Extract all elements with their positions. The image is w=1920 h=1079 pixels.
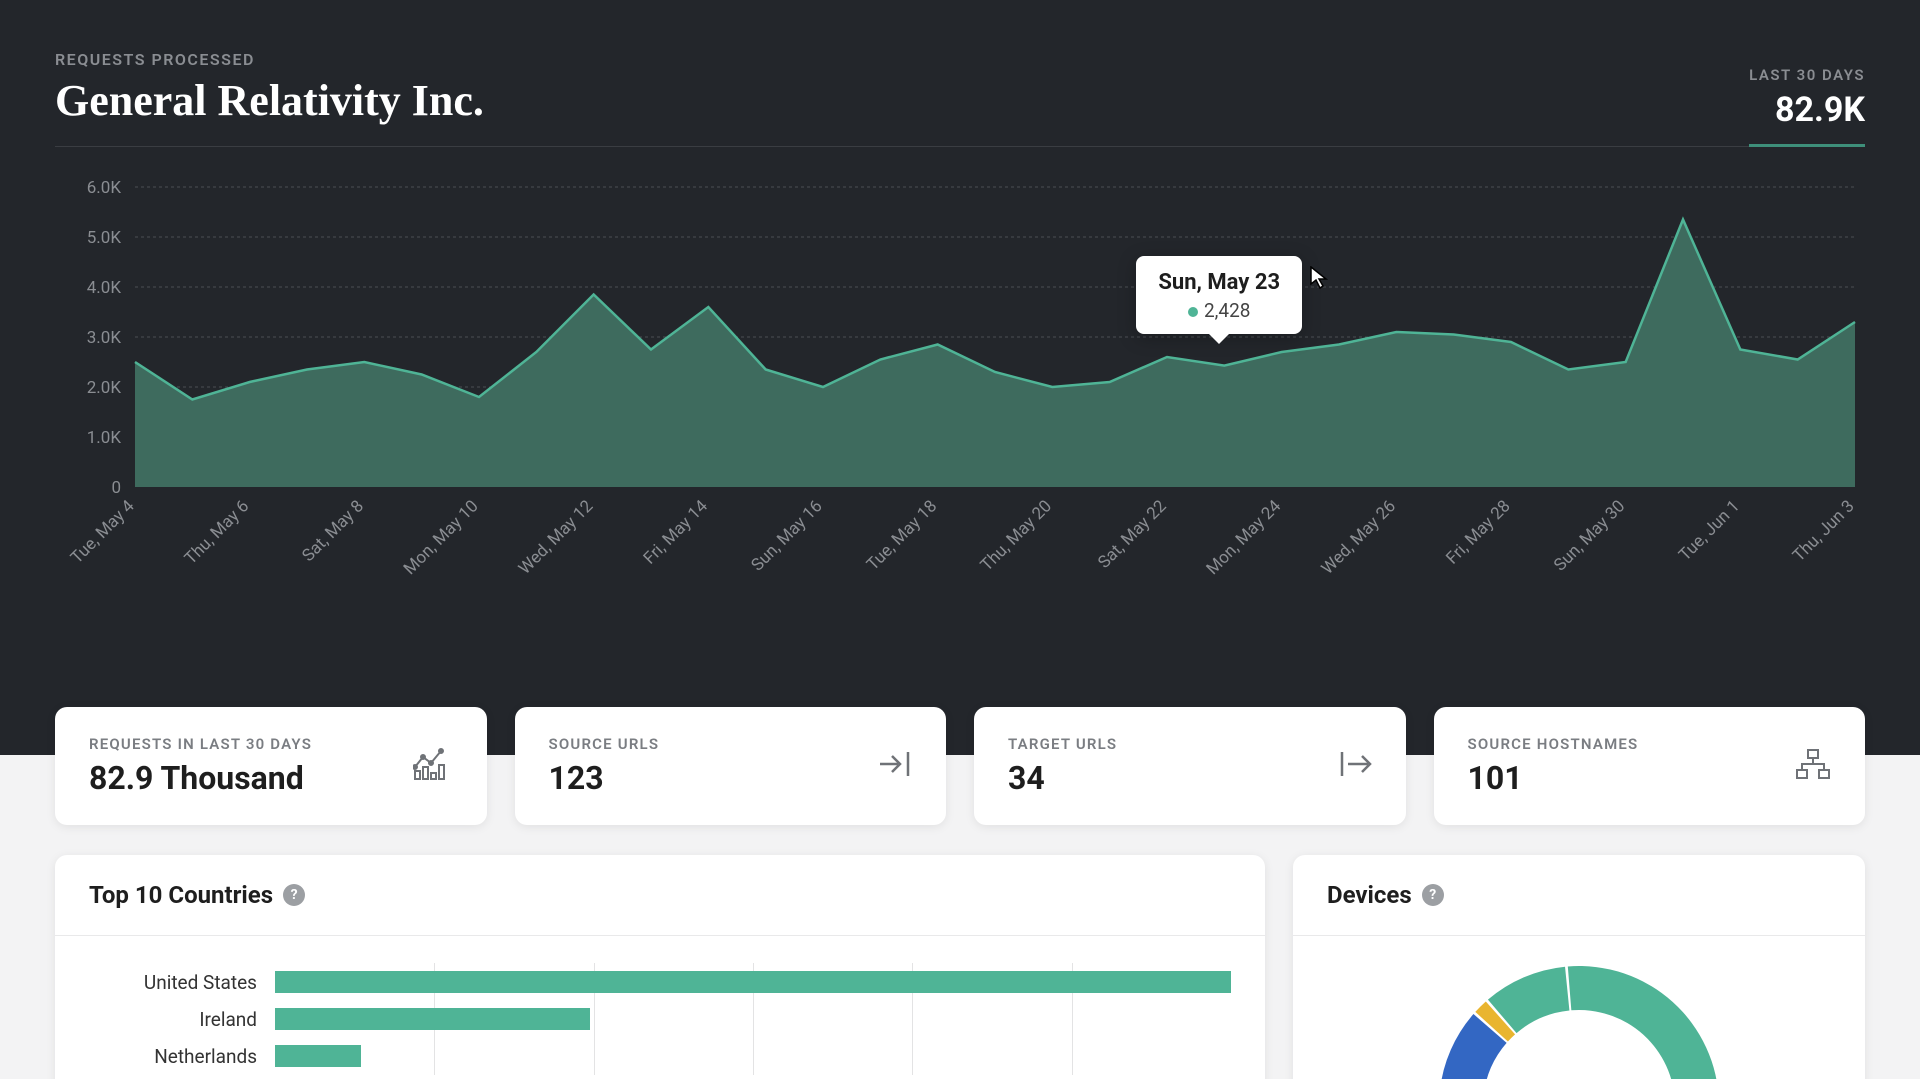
country-label: Netherlands [89,1045,275,1068]
country-bar-track [275,1045,1231,1067]
header-sublabel: REQUESTS PROCESSED [55,50,484,69]
stat-card-label: TARGET URLS [1008,735,1117,753]
panel-header: Devices ? [1293,855,1865,936]
stat-card-label: SOURCE URLS [549,735,660,753]
stat-card-label: REQUESTS IN LAST 30 DAYS [89,735,312,753]
stat-card-value: 101 [1468,759,1639,797]
arrow-in-icon [878,750,912,782]
svg-text:Mon, May 10: Mon, May 10 [400,496,483,579]
country-bar-track [275,971,1231,993]
country-bar-track [275,1008,1231,1030]
panel-title: Top 10 Countries [89,881,273,909]
help-icon[interactable]: ? [1422,884,1444,906]
country-bar-row: United States [89,966,1231,998]
country-bar [275,1045,361,1067]
arrow-out-icon [1338,750,1372,782]
svg-text:Thu, May 6: Thu, May 6 [181,496,253,568]
svg-text:5.0K: 5.0K [87,228,122,248]
stat-card-requests[interactable]: REQUESTS IN LAST 30 DAYS 82.9 Thousand [55,707,487,825]
stat-card-source-urls[interactable]: SOURCE URLS 123 [515,707,947,825]
svg-text:Mon, May 24: Mon, May 24 [1203,496,1286,579]
countries-panel: Top 10 Countries ? United States Ireland… [55,855,1265,1079]
page-title: General Relativity Inc. [55,75,484,126]
header-left: REQUESTS PROCESSED General Relativity In… [55,50,484,126]
svg-text:Wed, May 26: Wed, May 26 [1318,496,1400,578]
tooltip-dot-icon [1188,307,1198,317]
svg-text:4.0K: 4.0K [87,278,122,298]
svg-text:3.0K: 3.0K [87,328,122,348]
network-icon [1795,748,1831,784]
header-row: REQUESTS PROCESSED General Relativity In… [55,50,1865,147]
country-bar [275,971,1231,993]
stat-card-value: 123 [549,759,660,797]
devices-panel: Devices ? [1293,855,1865,1079]
svg-text:1.0K: 1.0K [87,428,122,448]
dashboard-header-section: REQUESTS PROCESSED General Relativity In… [0,0,1920,755]
country-label: United States [89,971,275,994]
stat-card-value: 34 [1008,759,1117,797]
svg-text:Fri, May 14: Fri, May 14 [640,496,712,568]
stat-card-label: SOURCE HOSTNAMES [1468,735,1639,753]
svg-text:Tue, May 4: Tue, May 4 [67,496,139,568]
period-value: 82.9K [1749,90,1865,130]
chart-tooltip: Sun, May 23 2,428 [1136,256,1302,334]
period-summary[interactable]: LAST 30 DAYS 82.9K [1749,66,1865,147]
tooltip-value: 2,428 [1158,299,1280,322]
stat-card-target-urls[interactable]: TARGET URLS 34 [974,707,1406,825]
svg-text:Sat, May 8: Sat, May 8 [298,496,367,565]
svg-text:Sat, May 22: Sat, May 22 [1094,496,1170,572]
svg-text:Sun, May 30: Sun, May 30 [1550,496,1629,575]
svg-text:2.0K: 2.0K [87,378,122,398]
help-icon[interactable]: ? [283,884,305,906]
country-bar-row: Netherlands [89,1040,1231,1072]
requests-area-chart[interactable]: 0 1.0K 2.0K 3.0K 4.0K 5.0K 6.0K Tue, May 4 Thu, … [55,177,1865,617]
svg-text:Thu, Jun 3: Thu, Jun 3 [1789,496,1859,566]
tooltip-title: Sun, May 23 [1158,270,1280,295]
stat-cards-row: REQUESTS IN LAST 30 DAYS 82.9 Thousand S… [55,707,1865,825]
svg-text:Fri, May 28: Fri, May 28 [1442,496,1514,568]
svg-text:Sun, May 16: Sun, May 16 [748,496,827,575]
svg-text:0: 0 [111,478,121,498]
svg-text:Wed, May 12: Wed, May 12 [515,496,597,578]
svg-text:Tue, Jun 1: Tue, Jun 1 [1675,496,1744,565]
stat-card-source-hostnames[interactable]: SOURCE HOSTNAMES 101 [1434,707,1866,825]
panel-title: Devices [1327,881,1412,909]
devices-donut-chart[interactable] [1293,936,1865,1079]
country-label: Ireland [89,1008,275,1031]
stat-card-value: 82.9 Thousand [89,759,312,797]
tooltip-value-text: 2,428 [1204,299,1250,322]
svg-text:Thu, May 20: Thu, May 20 [977,496,1056,575]
svg-text:6.0K: 6.0K [87,178,122,198]
country-bar [275,1008,590,1030]
panel-header: Top 10 Countries ? [55,855,1265,936]
period-label: LAST 30 DAYS [1749,66,1865,84]
country-bar-row: Ireland [89,1003,1231,1035]
chart-icon [413,747,453,785]
svg-text:Tue, May 18: Tue, May 18 [863,496,941,574]
countries-bar-chart[interactable]: United States Ireland Netherlands [55,936,1265,1079]
